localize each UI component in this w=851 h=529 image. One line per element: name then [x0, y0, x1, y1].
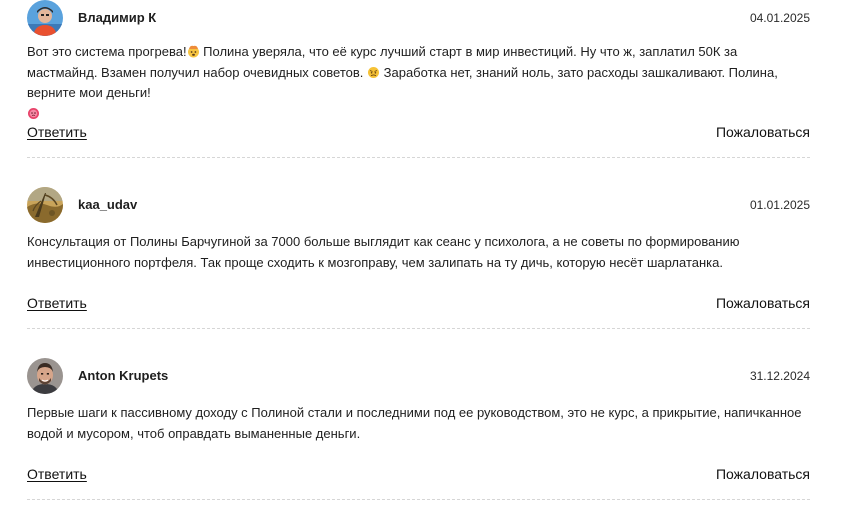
avatar [27, 0, 63, 36]
reply-button[interactable]: Ответить [27, 466, 87, 482]
comment-text-part: Вот это система прогрева! [27, 44, 187, 59]
comment-date: 31.12.2024 [749, 369, 810, 383]
comment-divider [27, 499, 810, 500]
pleading-face-emoji-icon [27, 106, 40, 119]
comment-header: Владимир К 04.01.2025 [27, 0, 810, 36]
report-button[interactable]: Пожаловаться [716, 124, 810, 140]
comment-header: Anton Krupets 31.12.2024 [27, 358, 810, 394]
comment-date: 04.01.2025 [749, 11, 810, 25]
avatar [27, 358, 63, 394]
comment-item: Anton Krupets 31.12.2024 Первые шаги к п… [27, 358, 810, 529]
comment-text: Первые шаги к пассивному доходу с Полино… [27, 405, 802, 441]
reply-button[interactable]: Ответить [27, 295, 87, 311]
comment-divider [27, 328, 810, 329]
comment-text: Консультация от Полины Барчугиной за 700… [27, 234, 740, 270]
exploding-head-emoji-icon [187, 44, 200, 58]
avatar [27, 187, 63, 223]
comment-text: Вот это система прогрева! Полина уверяла… [27, 42, 810, 124]
comment-item: kaa_udav 01.01.2025 Консультация от Поли… [27, 187, 810, 358]
comment-date: 01.01.2025 [749, 198, 810, 212]
comment-header: kaa_udav 01.01.2025 [27, 187, 810, 223]
report-button[interactable]: Пожаловаться [716, 466, 810, 482]
angry-face-emoji-icon [367, 65, 380, 78]
comment-author: Anton Krupets [78, 368, 169, 383]
report-button[interactable]: Пожаловаться [716, 295, 810, 311]
comment-author: Владимир К [78, 10, 157, 25]
comment-author: kaa_udav [78, 197, 138, 212]
comment-divider [27, 157, 810, 158]
comment-item: Владимир К 04.01.2025 Вот это система пр… [27, 0, 810, 171]
reply-button[interactable]: Ответить [27, 124, 87, 140]
